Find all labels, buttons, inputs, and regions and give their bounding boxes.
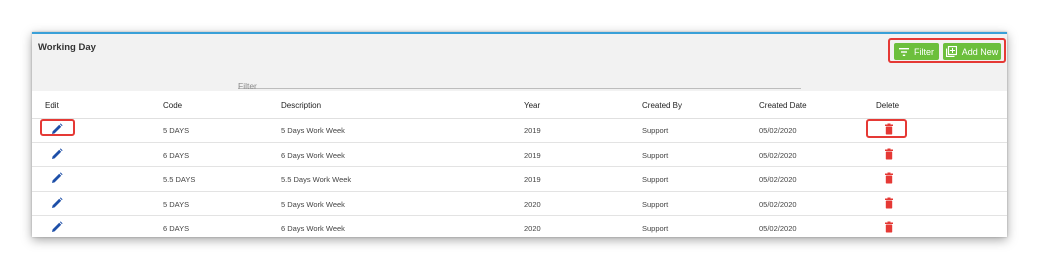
cell-year: 2019 [524, 126, 541, 135]
table-row: 6 DAYS 6 Days Work Week 2020 Support 05/… [32, 216, 1007, 237]
cell-created-date: 05/02/2020 [759, 199, 797, 209]
cell-code: 6 DAYS [163, 150, 190, 160]
edit-button[interactable] [51, 172, 63, 184]
pencil-icon [52, 196, 63, 208]
filter-field [238, 76, 801, 92]
edit-button[interactable] [51, 196, 63, 209]
trash-icon [885, 197, 893, 208]
table-row: 5 DAYS 5 Days Work Week 2019 Support 05/… [32, 118, 1007, 143]
edit-button[interactable] [51, 221, 63, 233]
delete-button[interactable] [883, 221, 895, 233]
cell-created-date: 05/02/2020 [759, 224, 797, 233]
cell-created-date: 05/02/2020 [759, 175, 797, 184]
table-body: 5 DAYS 5 Days Work Week 2019 Support 05/… [32, 118, 1007, 237]
cell-description: 6 Days Work Week [281, 150, 345, 160]
cell-description: 6 Days Work Week [281, 224, 345, 233]
cell-description: 5 Days Work Week [281, 126, 345, 135]
cell-year: 2019 [524, 175, 541, 184]
table-row: 5.5 DAYS 5.5 Days Work Week 2019 Support… [32, 167, 1007, 192]
filter-button[interactable]: Filter [894, 43, 939, 60]
column-header-code: Code [163, 101, 183, 110]
column-header-created-by: Created By [642, 101, 683, 110]
cell-created-by: Support [642, 224, 669, 233]
edit-button[interactable] [51, 123, 63, 135]
table-row: 6 DAYS 6 Days Work Week 2019 Support 05/… [32, 143, 1007, 167]
cell-created-by: Support [642, 175, 669, 184]
toolbar-highlight: Filter Add New [888, 38, 1006, 63]
pencil-icon [52, 123, 63, 134]
delete-button[interactable] [883, 172, 895, 184]
cell-year: 2020 [524, 199, 541, 209]
edit-button[interactable] [51, 147, 63, 160]
delete-button[interactable] [883, 148, 895, 160]
panel-header: Working Day Filter Add New [32, 34, 1007, 92]
page-title: Working Day [38, 42, 96, 53]
add-box-icon [945, 46, 957, 57]
add-new-button[interactable]: Add New [943, 43, 1001, 60]
filter-button-label: Filter [914, 46, 934, 57]
trash-icon [885, 123, 893, 135]
cell-year: 2020 [524, 224, 541, 233]
trash-icon [885, 148, 893, 159]
column-header-created-date: Created Date [759, 101, 807, 110]
cell-code: 5 DAYS [163, 199, 190, 209]
column-header-year: Year [524, 101, 541, 110]
column-header-description: Description [281, 101, 322, 110]
trash-icon [885, 172, 893, 184]
pencil-icon [52, 147, 63, 159]
delete-button[interactable] [883, 123, 895, 135]
table-row: 5 DAYS 5 Days Work Week 2020 Support 05/… [32, 192, 1007, 216]
cell-created-by: Support [642, 126, 669, 135]
cell-created-date: 05/02/2020 [759, 150, 797, 160]
delete-button[interactable] [883, 197, 895, 209]
working-day-panel: Working Day Filter Add New Filter Edit C… [32, 32, 1007, 237]
cell-description: 5 Days Work Week [281, 199, 345, 209]
cell-code: 6 DAYS [163, 224, 190, 233]
trash-icon [885, 221, 893, 233]
cell-code: 5 DAYS [163, 126, 190, 135]
cell-created-by: Support [642, 199, 669, 209]
column-header-delete: Delete [876, 101, 900, 110]
cell-code: 5.5 DAYS [163, 175, 196, 184]
cell-description: 5.5 Days Work Week [281, 175, 352, 184]
cell-created-by: Support [642, 150, 669, 160]
table-header: Edit Code Description Year Created By Cr… [32, 91, 1007, 119]
filter-lines-icon [899, 47, 909, 56]
filter-input[interactable] [238, 80, 801, 92]
column-header-edit: Edit [45, 101, 59, 110]
cell-year: 2019 [524, 150, 541, 160]
add-new-button-label: Add New [961, 46, 999, 57]
pencil-icon [52, 221, 63, 232]
cell-created-date: 05/02/2020 [759, 126, 797, 135]
pencil-icon [52, 172, 63, 183]
